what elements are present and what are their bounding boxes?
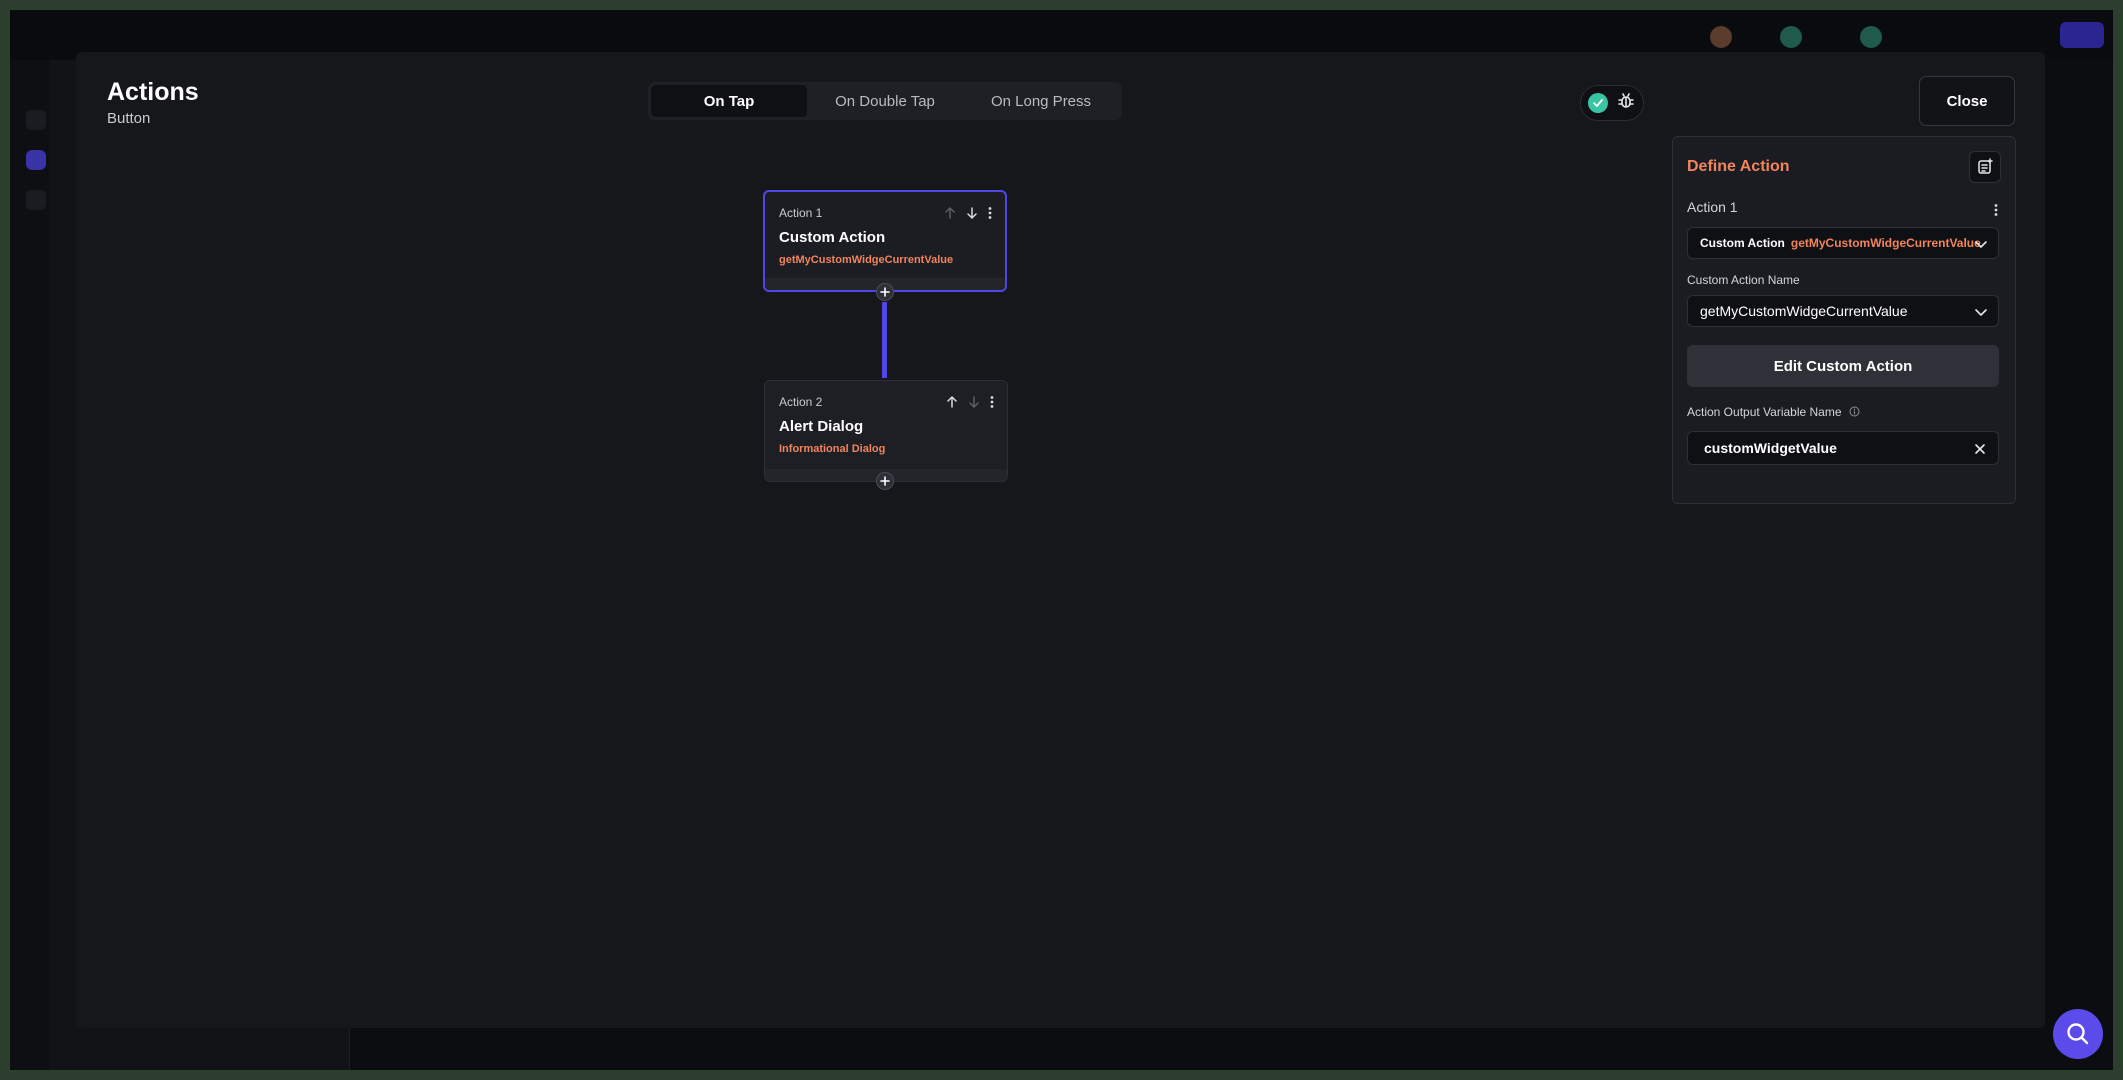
- move-down-icon[interactable]: [967, 395, 981, 409]
- output-variable-field[interactable]: [1687, 431, 1999, 465]
- ghost-icon: [26, 150, 46, 170]
- move-up-icon[interactable]: [945, 395, 959, 409]
- output-variable-label-text: Action Output Variable Name: [1687, 405, 1842, 419]
- chevron-down-icon: [1974, 305, 1988, 324]
- panel-title: Define Action: [1687, 158, 1790, 175]
- action-card-label: Action 1: [779, 206, 823, 220]
- ghost-avatar: [1780, 26, 1802, 48]
- close-button[interactable]: Close: [1919, 76, 2015, 126]
- action-card-2[interactable]: Action 2 Alert Dialog Informational Dial…: [764, 380, 1008, 482]
- add-action-button[interactable]: [876, 283, 894, 301]
- more-vertical-icon[interactable]: [1993, 203, 1999, 222]
- ghost-icon: [26, 190, 46, 210]
- ghost-icon: [26, 110, 46, 130]
- modal-subtitle: Button: [107, 110, 151, 127]
- ghost-avatar: [1860, 26, 1882, 48]
- action-type-select[interactable]: Custom Action getMyCustomWidgeCurrentVal…: [1687, 227, 1999, 259]
- edit-custom-action-button[interactable]: Edit Custom Action: [1687, 345, 1999, 387]
- info-icon[interactable]: [1849, 406, 1860, 420]
- action-type-detail: getMyCustomWidgeCurrentValue: [1790, 236, 1981, 250]
- actions-modal: Actions Button On Tap On Double Tap On L…: [76, 52, 2045, 1028]
- more-vertical-icon[interactable]: [989, 395, 995, 409]
- chevron-down-icon: [1974, 237, 1988, 256]
- action-card-subtitle: Informational Dialog: [779, 443, 886, 455]
- bug-icon[interactable]: [1616, 91, 1636, 116]
- action-connector: [882, 302, 887, 378]
- action-label: Action 1: [1687, 199, 1738, 215]
- tab-on-long-press[interactable]: On Long Press: [963, 85, 1119, 117]
- move-up-icon[interactable]: [943, 206, 957, 220]
- custom-action-name-select[interactable]: getMyCustomWidgeCurrentValue: [1687, 295, 1999, 327]
- more-vertical-icon[interactable]: [987, 206, 993, 220]
- help-search-button[interactable]: [2053, 1009, 2103, 1059]
- ghost-avatar: [1710, 26, 1732, 48]
- modal-title: Actions: [107, 78, 199, 106]
- action-card-label: Action 2: [779, 395, 823, 409]
- custom-action-name-label: Custom Action Name: [1687, 273, 1800, 287]
- tab-on-tap[interactable]: On Tap: [651, 85, 807, 117]
- action-card-title: Alert Dialog: [779, 418, 864, 435]
- output-variable-input[interactable]: [1704, 440, 1954, 456]
- action-type-value: Custom Action: [1700, 236, 1785, 250]
- action-card-1[interactable]: Action 1 Custom Action getMyCustomWidgeC…: [763, 190, 1007, 292]
- tab-on-double-tap[interactable]: On Double Tap: [807, 85, 963, 117]
- add-note-button[interactable]: [1969, 151, 2001, 183]
- status-pill[interactable]: [1580, 85, 1644, 121]
- action-card-tools: [945, 395, 995, 409]
- action-card-title: Custom Action: [779, 229, 886, 246]
- check-circle-icon: [1588, 93, 1609, 113]
- search-icon: [2067, 1023, 2089, 1045]
- define-action-panel: Define Action Action 1 Custom Action get…: [1672, 136, 2016, 504]
- close-icon[interactable]: [1974, 442, 1986, 460]
- note-add-icon: [1978, 158, 1993, 174]
- action-card-tools: [943, 206, 993, 220]
- app-left-rail: [10, 60, 50, 1070]
- output-variable-label: Action Output Variable Name: [1687, 405, 1860, 420]
- custom-action-name-value: getMyCustomWidgeCurrentValue: [1700, 303, 1908, 319]
- trigger-tabs: On Tap On Double Tap On Long Press: [648, 82, 1122, 120]
- move-down-icon[interactable]: [965, 206, 979, 220]
- add-action-button[interactable]: [876, 472, 894, 490]
- action-card-subtitle: getMyCustomWidgeCurrentValue: [779, 254, 954, 266]
- ghost-button: [2060, 22, 2104, 48]
